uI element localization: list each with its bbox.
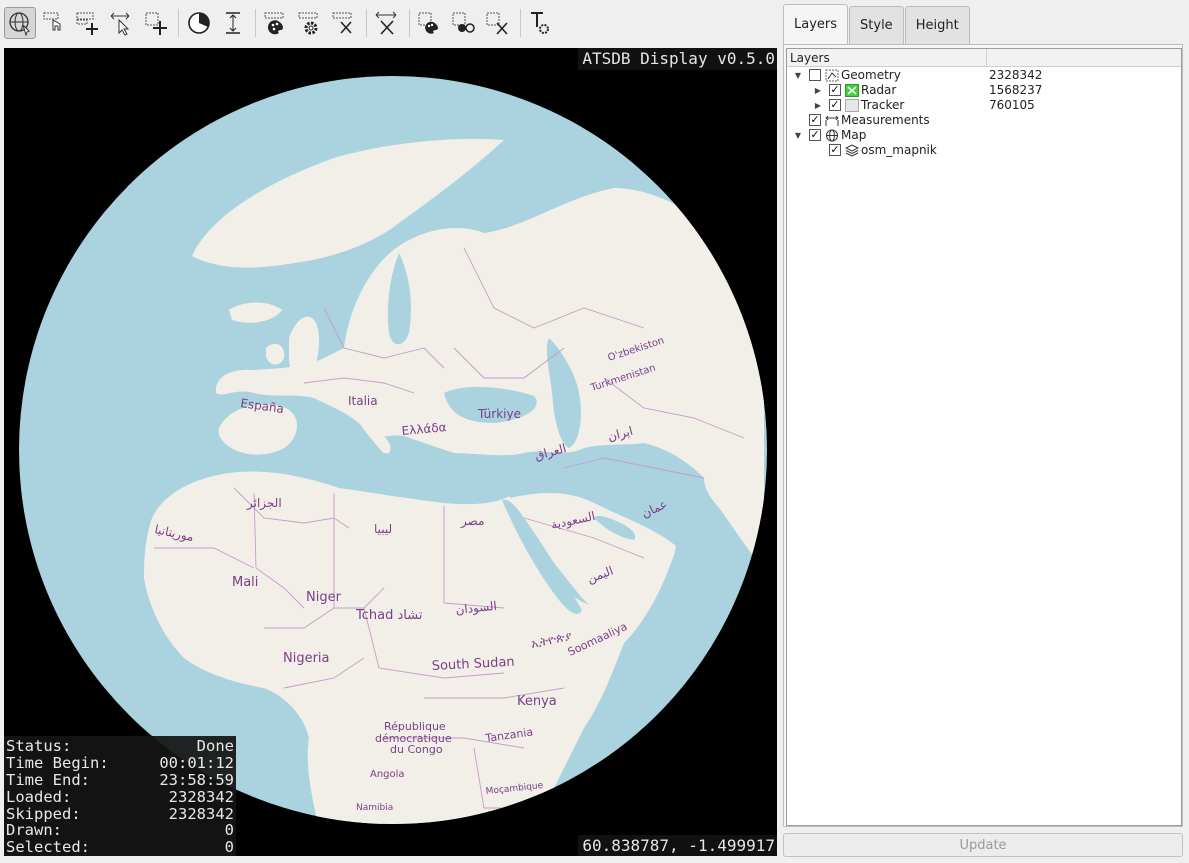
label-tchad: Tchad تشاد <box>355 608 423 623</box>
tab-height[interactable]: Height <box>904 6 970 44</box>
tab-layers[interactable]: Layers <box>783 4 849 44</box>
navigate-globe-icon[interactable] <box>4 7 36 39</box>
stat-row-time-begin: Time Begin: 00:01:12 <box>6 754 234 773</box>
update-button[interactable]: Update <box>783 833 1183 857</box>
app-version-overlay: ATSDB Display v0.5.0 <box>578 48 777 70</box>
stat-row-loaded: Loaded: 2328342 <box>6 787 234 806</box>
layer-row-measurements[interactable]: ✓ Measurements <box>787 113 1181 128</box>
tree-header: Layers <box>787 49 1181 67</box>
layers-tab-content: Layers ▼ Geometry 2328342 ▶ ✓ Radar 1568… <box>783 44 1183 827</box>
label-turkiye: Türkiye <box>477 407 521 421</box>
tab-style[interactable]: Style <box>849 6 904 44</box>
label-kenya: Kenya <box>517 694 557 709</box>
select-pointer-icon[interactable] <box>38 7 70 39</box>
label-mali: Mali <box>232 575 258 590</box>
label-libya: ليبيا <box>374 522 392 536</box>
toolbar-separator <box>366 9 367 37</box>
tree-header-layers[interactable]: Layers <box>787 49 987 66</box>
toolbar-separator <box>255 9 256 37</box>
label-niger: Niger <box>306 590 342 605</box>
layer-checkbox-geometry[interactable] <box>809 69 821 81</box>
stat-row-skipped: Skipped: 2328342 <box>6 804 234 823</box>
map-view[interactable]: España Italia Ελλάδα Türkiye O'zbekiston… <box>4 48 777 856</box>
select-palette-icon[interactable] <box>414 7 446 39</box>
measurements-icon <box>825 114 839 127</box>
toolbar-separator <box>409 9 410 37</box>
height-filter-icon[interactable] <box>217 7 249 39</box>
layer-row-osm-mapnik[interactable]: ✓ osm_mapnik <box>787 143 1181 158</box>
layers-stack-icon <box>844 144 860 157</box>
measure-cursor-icon[interactable] <box>106 7 138 39</box>
collapse-arrow-icon[interactable]: ▼ <box>792 128 804 143</box>
side-panel: Layers Style Height Layers ▼ Geometry 23… <box>783 4 1185 859</box>
time-filter-icon[interactable] <box>183 7 215 39</box>
select-delete-icon[interactable] <box>482 7 514 39</box>
stat-row-selected: Selected: 0 <box>6 838 234 856</box>
status-overlay: Status: Done Time Begin: 00:01:12 Time End… <box>4 736 236 856</box>
expand-arrow-icon[interactable]: ▶ <box>812 83 824 98</box>
add-item-icon[interactable] <box>72 7 104 39</box>
layer-row-map[interactable]: ▼ ✓ Map <box>787 128 1181 143</box>
label-namibia: Namibia <box>356 803 393 813</box>
collapse-arrow-icon[interactable]: ▼ <box>792 68 804 83</box>
delete-item-icon[interactable] <box>328 7 360 39</box>
radar-color-icon <box>845 84 859 97</box>
map-globe-icon <box>825 129 839 142</box>
layer-row-radar[interactable]: ▶ ✓ Radar 1568237 <box>787 83 1181 98</box>
layer-tree[interactable]: Layers ▼ Geometry 2328342 ▶ ✓ Radar 1568… <box>786 48 1182 826</box>
label-egypt: مصر <box>460 514 484 529</box>
panel-tabs: Layers Style Height <box>783 4 1185 44</box>
cursor-coordinates: 60.838787, -1.499917 <box>578 835 777 856</box>
move-cross-icon[interactable] <box>371 7 403 39</box>
layer-checkbox-tracker[interactable]: ✓ <box>829 99 841 111</box>
layer-checkbox-measurements[interactable]: ✓ <box>809 114 821 126</box>
style-palette-icon[interactable] <box>260 7 292 39</box>
toolbar <box>4 4 779 42</box>
layer-checkbox-map[interactable]: ✓ <box>809 129 821 141</box>
tracker-color-icon <box>845 99 859 112</box>
label-nigeria: Nigeria <box>283 651 330 666</box>
label-italia: Italia <box>348 394 378 408</box>
land-madagascar <box>562 794 582 824</box>
select-style-icon[interactable] <box>448 7 480 39</box>
layer-row-geometry[interactable]: ▼ Geometry 2328342 <box>787 68 1181 83</box>
stat-row-status: Status: Done <box>6 737 234 756</box>
toolbar-separator <box>178 9 179 37</box>
globe[interactable]: España Italia Ελλάδα Türkiye O'zbekiston… <box>4 48 777 856</box>
label-rdc-3: du Congo <box>390 743 443 756</box>
layer-checkbox-radar[interactable]: ✓ <box>829 84 841 96</box>
stat-row-drawn: Drawn: 0 <box>6 821 234 840</box>
text-style-icon[interactable] <box>525 7 557 39</box>
toolbar-separator <box>520 9 521 37</box>
stat-row-time-end: Time End: 23:58:59 <box>6 771 234 790</box>
layer-checkbox-osm-mapnik[interactable]: ✓ <box>829 144 841 156</box>
geometry-icon <box>825 69 839 82</box>
settings-gear-icon[interactable] <box>294 7 326 39</box>
expand-arrow-icon[interactable]: ▶ <box>812 98 824 113</box>
land-ireland <box>266 343 285 365</box>
add-selection-icon[interactable] <box>140 7 172 39</box>
label-angola: Angola <box>370 769 405 780</box>
label-algeria: الجزائر <box>246 496 282 511</box>
layer-row-tracker[interactable]: ▶ ✓ Tracker 760105 <box>787 98 1181 113</box>
